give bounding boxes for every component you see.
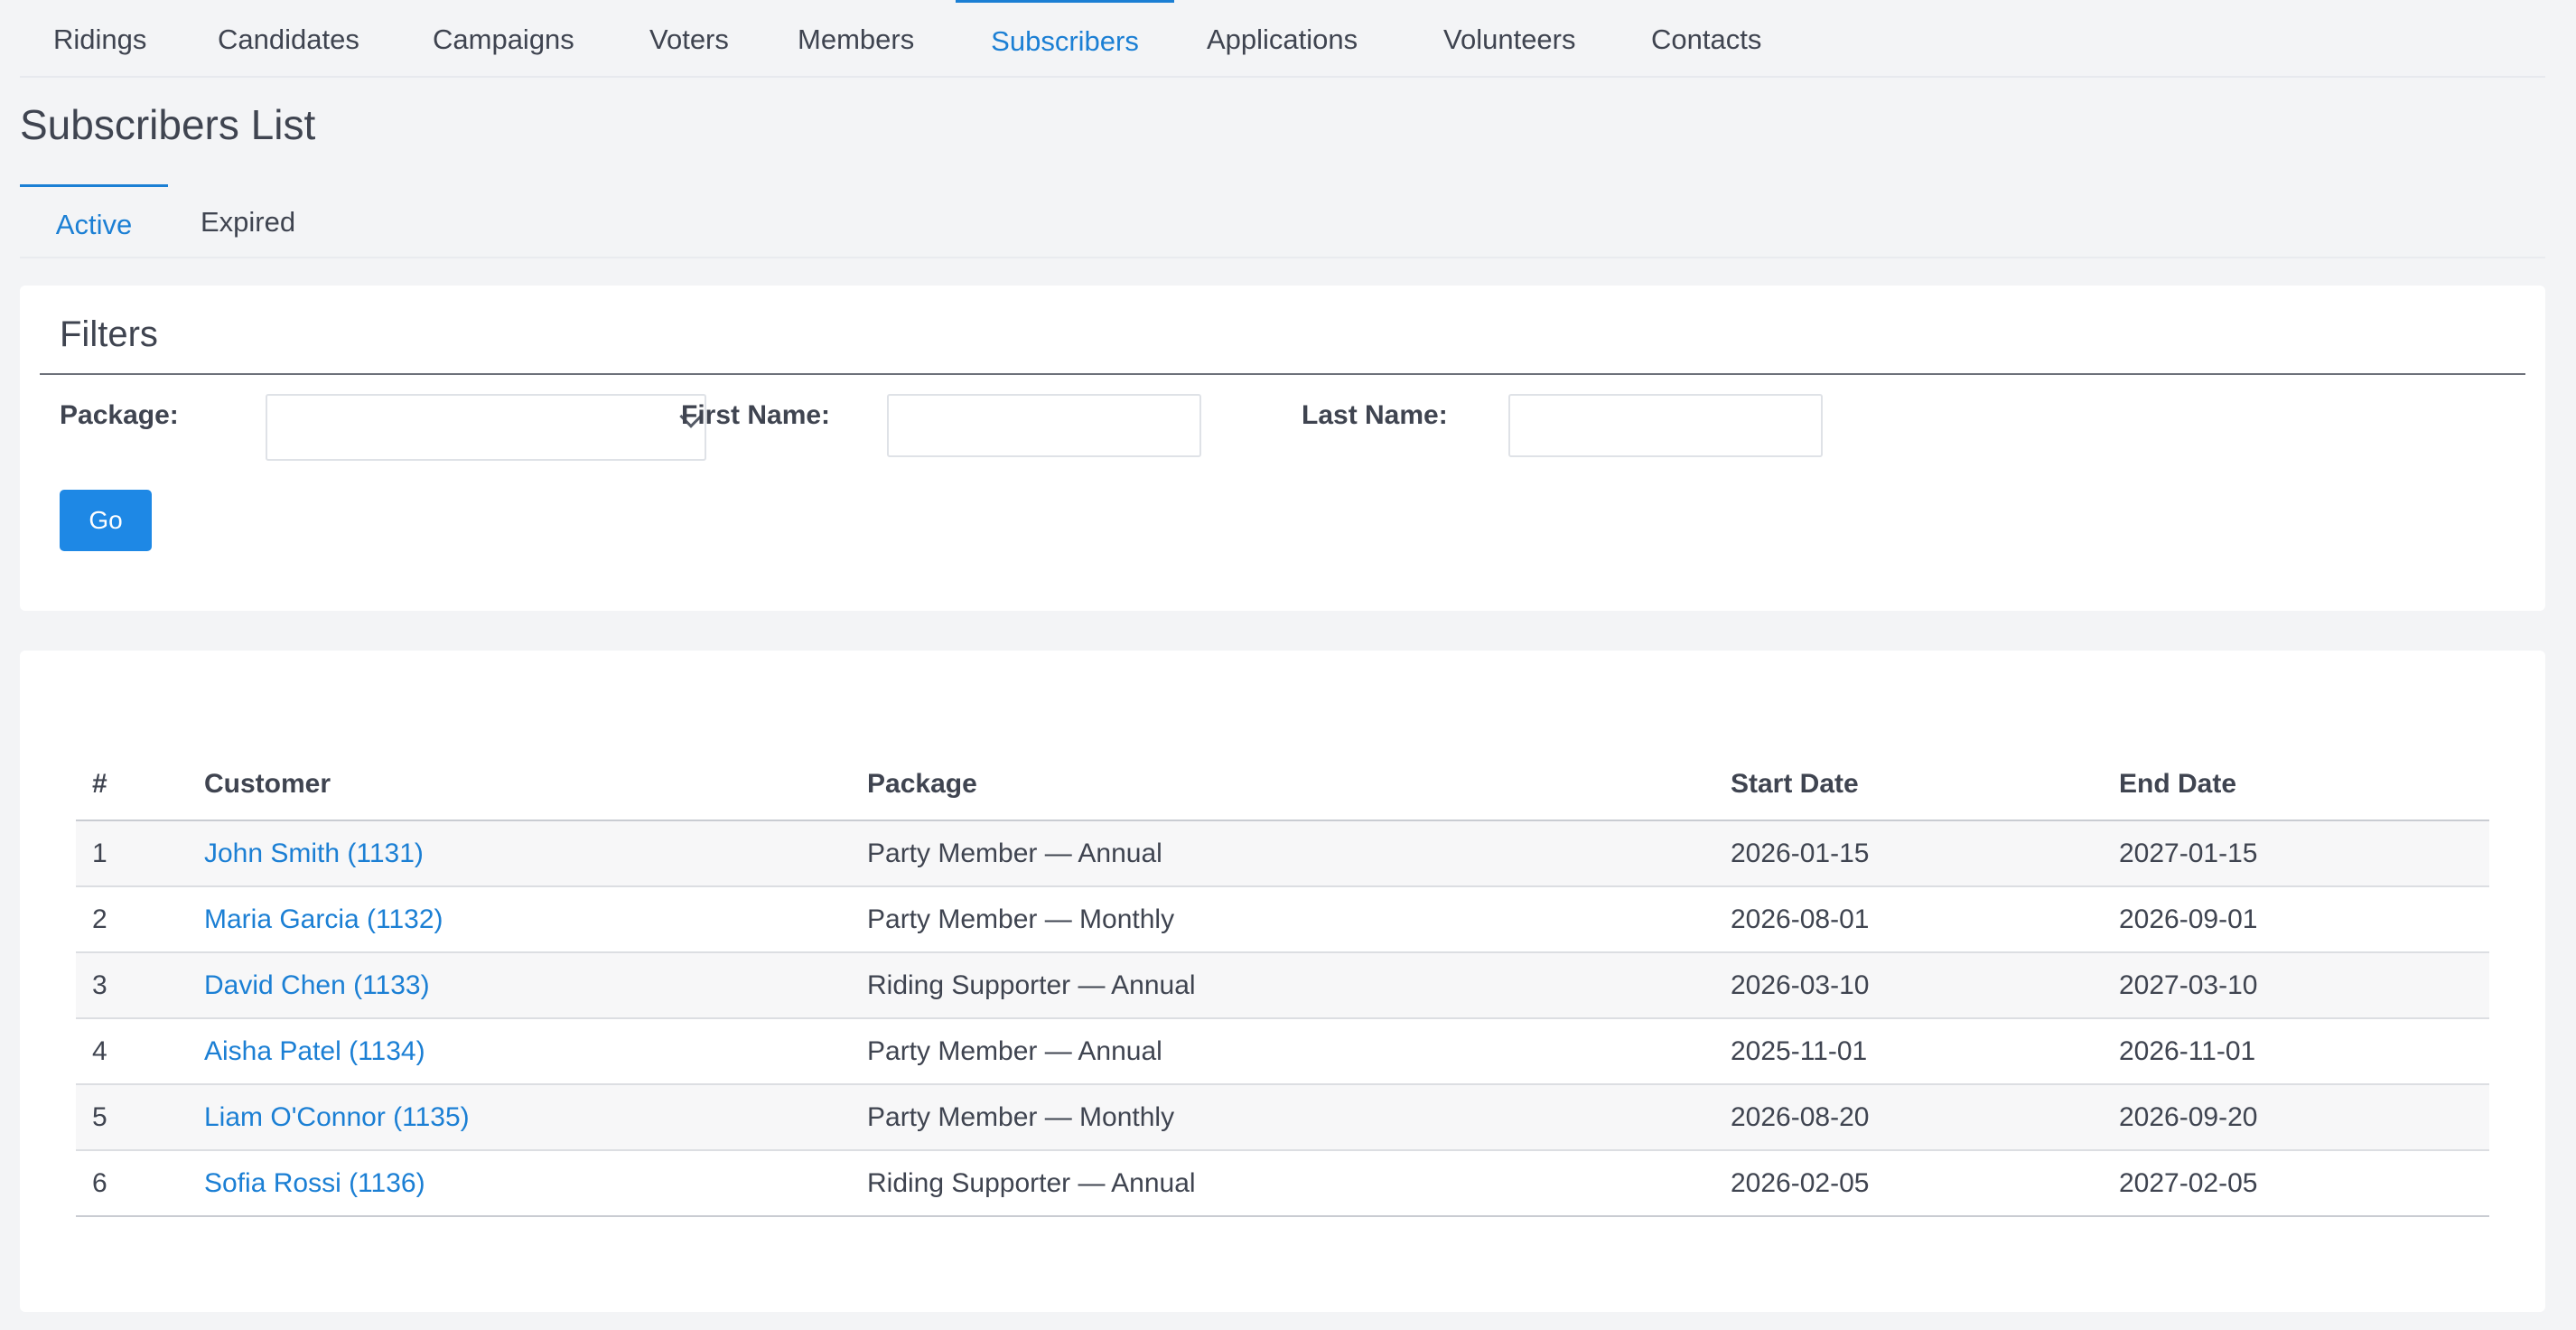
start-date-cell: 2026-01-15 (1714, 820, 2103, 887)
customer-link[interactable]: Sofia Rossi (1136) (204, 1168, 425, 1198)
end-date-cell: 2027-03-10 (2103, 952, 2489, 1019)
end-date-cell: 2026-11-01 (2103, 1018, 2489, 1085)
package-cell: Riding Supporter — Annual (851, 952, 1714, 1019)
end-date-cell: 2026-09-20 (2103, 1084, 2489, 1151)
table-row: 2 Maria Garcia (1132) Party Member — Mon… (76, 886, 2489, 953)
end-date-cell: 2026-09-01 (2103, 886, 2489, 953)
row-number: 1 (76, 820, 188, 887)
nav-item-subscribers[interactable]: Subscribers (956, 0, 1174, 78)
start-date-cell: 2026-02-05 (1714, 1150, 2103, 1217)
first-name-input[interactable] (887, 394, 1201, 457)
row-number: 4 (76, 1018, 188, 1085)
nav-item-campaigns[interactable]: Campaigns (433, 0, 574, 78)
filters-panel: Filters Package: First Name: Last Name: … (20, 286, 2545, 611)
row-number: 5 (76, 1084, 188, 1151)
package-select[interactable] (266, 394, 706, 461)
start-date-cell: 2025-11-01 (1714, 1018, 2103, 1085)
table-header-row: # Customer Package Start Date End Date (76, 748, 2489, 821)
last-name-label: Last Name: (1302, 400, 1448, 430)
table-row: 1 John Smith (1131) Party Member — Annua… (76, 820, 2489, 887)
customer-link[interactable]: John Smith (1131) (204, 838, 424, 868)
table-row: 6 Sofia Rossi (1136) Riding Supporter — … (76, 1150, 2489, 1217)
nav-item-members[interactable]: Members (798, 0, 914, 78)
end-date-cell: 2027-02-05 (2103, 1150, 2489, 1217)
package-cell: Party Member — Monthly (851, 1084, 1714, 1151)
row-number: 6 (76, 1150, 188, 1217)
column-header-number: # (76, 748, 188, 821)
tab-active[interactable]: Active (20, 184, 168, 258)
customer-cell: Liam O'Connor (1135) (188, 1084, 851, 1151)
filters-title: Filters (60, 314, 158, 354)
subscriber-status-tabs: Active Expired (20, 184, 2545, 258)
start-date-cell: 2026-03-10 (1714, 952, 2103, 1019)
end-date-cell: 2027-01-15 (2103, 820, 2489, 887)
package-cell: Riding Supporter — Annual (851, 1150, 1714, 1217)
subscribers-table: # Customer Package Start Date End Date 1… (76, 748, 2489, 1217)
customer-cell: Aisha Patel (1134) (188, 1018, 851, 1085)
row-number: 3 (76, 952, 188, 1019)
nav-item-contacts[interactable]: Contacts (1651, 0, 1761, 78)
first-name-label: First Name: (681, 400, 831, 430)
customer-cell: John Smith (1131) (188, 820, 851, 887)
customer-link[interactable]: Aisha Patel (1134) (204, 1036, 425, 1066)
package-cell: Party Member — Annual (851, 820, 1714, 887)
nav-item-voters[interactable]: Voters (649, 0, 729, 78)
package-cell: Party Member — Annual (851, 1018, 1714, 1085)
customer-link[interactable]: David Chen (1133) (204, 970, 430, 1000)
top-navigation: Ridings Candidates Campaigns Voters Memb… (20, 0, 2545, 78)
start-date-cell: 2026-08-01 (1714, 886, 2103, 953)
nav-item-candidates[interactable]: Candidates (218, 0, 359, 78)
table-row: 5 Liam O'Connor (1135) Party Member — Mo… (76, 1084, 2489, 1151)
nav-item-ridings[interactable]: Ridings (53, 0, 146, 78)
column-header-start-date[interactable]: Start Date (1714, 748, 2103, 821)
nav-item-applications[interactable]: Applications (1207, 0, 1358, 78)
start-date-cell: 2026-08-20 (1714, 1084, 2103, 1151)
go-button[interactable]: Go (60, 490, 152, 551)
package-cell: Party Member — Monthly (851, 886, 1714, 953)
nav-item-volunteers[interactable]: Volunteers (1443, 0, 1576, 78)
table-row: 3 David Chen (1133) Riding Supporter — A… (76, 952, 2489, 1019)
column-header-package[interactable]: Package (851, 748, 1714, 821)
page-title: Subscribers List (20, 101, 316, 148)
filters-divider (40, 373, 2525, 375)
subscribers-table-panel: # Customer Package Start Date End Date 1… (20, 651, 2545, 1312)
column-header-customer[interactable]: Customer (188, 748, 851, 821)
customer-cell: Sofia Rossi (1136) (188, 1150, 851, 1217)
tab-expired[interactable]: Expired (201, 184, 295, 258)
column-header-end-date[interactable]: End Date (2103, 748, 2489, 821)
package-label: Package: (60, 400, 179, 430)
customer-link[interactable]: Maria Garcia (1132) (204, 904, 443, 934)
customer-cell: David Chen (1133) (188, 952, 851, 1019)
row-number: 2 (76, 886, 188, 953)
customer-cell: Maria Garcia (1132) (188, 886, 851, 953)
customer-link[interactable]: Liam O'Connor (1135) (204, 1102, 470, 1132)
last-name-input[interactable] (1508, 394, 1823, 457)
table-row: 4 Aisha Patel (1134) Party Member — Annu… (76, 1018, 2489, 1085)
